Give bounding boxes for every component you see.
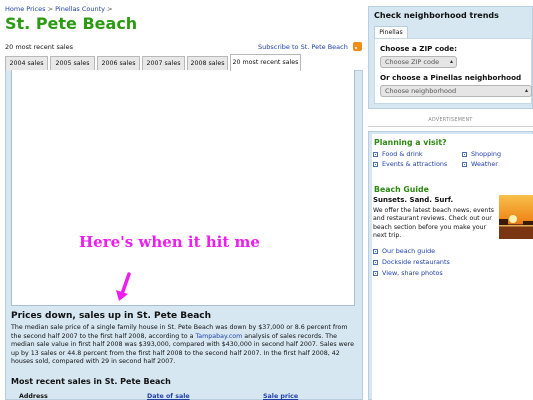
events-attractions-label: Events & attractions	[382, 160, 448, 168]
neighborhood-label: Or choose a Pinellas neighborhood	[380, 73, 522, 82]
divider	[368, 126, 533, 127]
beach-guide-heading: Beach Guide	[374, 185, 429, 194]
bullet-icon	[373, 248, 378, 254]
planning-visit-heading: Planning a visit?	[374, 138, 447, 147]
neighborhood-select[interactable]: Choose neighborhood ▴	[380, 85, 532, 97]
weather-link[interactable]: Weather	[462, 160, 498, 168]
recent-sales-heading: Most recent sales in St. Pete Beach	[11, 377, 171, 386]
sunset-photo[interactable]	[499, 195, 533, 239]
shopping-link[interactable]: Shopping	[462, 150, 501, 158]
beach-guide-subheading: Sunsets. Sand. Surf.	[373, 196, 454, 204]
bullet-icon	[373, 161, 378, 167]
tab-2004-sales[interactable]: 2004 sales	[5, 56, 48, 71]
page-title: St. Pete Beach	[5, 14, 138, 33]
annotation-text: Here's when it hit me	[79, 233, 260, 251]
story-headline: Prices down, sales up in St. Pete Beach	[11, 311, 212, 321]
story-body: The median sale price of a single family…	[11, 324, 359, 367]
year-tabs: 2004 sales 2005 sales 2006 sales 2007 sa…	[5, 54, 363, 71]
beach-guide-text: We offer the latest beach news, events a…	[373, 207, 494, 239]
events-attractions-link[interactable]: Events & attractions	[373, 160, 447, 168]
page-subtitle: 20 most recent sales	[5, 43, 74, 51]
breadcrumb-separator: >	[107, 5, 113, 13]
visit-panel-inner	[372, 134, 533, 400]
sales-chart-area	[11, 70, 355, 306]
advertisement-label: ADVERTISEMENT	[428, 118, 473, 123]
tab-2006-sales[interactable]: 2006 sales	[97, 56, 140, 71]
view-share-photos-link[interactable]: View, share photos	[373, 269, 443, 277]
trends-title: Check neighborhood trends	[374, 11, 499, 20]
food-drink-label: Food & drink	[382, 150, 423, 158]
breadcrumb-county-link[interactable]: Pinellas County	[55, 5, 105, 13]
bullet-icon	[373, 259, 378, 265]
column-header-sale-price[interactable]: Sale price	[263, 393, 298, 400]
tab-2008-sales[interactable]: 2008 sales	[187, 56, 228, 71]
dockside-restaurants-label: Dockside restaurants	[382, 258, 450, 266]
column-header-date-of-sale[interactable]: Date of sale	[147, 393, 190, 400]
tampabay-link[interactable]: Tampabay.com	[195, 333, 242, 340]
tab-2005-sales[interactable]: 2005 sales	[50, 56, 95, 71]
rss-icon[interactable]	[353, 42, 362, 51]
neighborhood-select-value: Choose neighborhood	[385, 87, 457, 95]
tab-20-most-recent-sales[interactable]: 20 most recent sales	[230, 54, 301, 71]
beach-guide-link[interactable]: Our beach guide	[373, 247, 435, 255]
dockside-restaurants-link[interactable]: Dockside restaurants	[373, 258, 450, 266]
updown-arrows-icon: ▴	[449, 58, 453, 65]
view-share-photos-label: View, share photos	[382, 269, 443, 277]
zip-label: Choose a ZIP code:	[380, 44, 458, 53]
annotation-arrow-icon	[116, 272, 131, 301]
shopping-label: Shopping	[471, 150, 502, 158]
breadcrumb-home-link[interactable]: Home Prices	[5, 5, 46, 13]
tab-2007-sales[interactable]: 2007 sales	[142, 56, 185, 71]
breadcrumb-separator: >	[47, 5, 54, 13]
bullet-icon	[373, 151, 378, 157]
weather-label: Weather	[471, 160, 498, 168]
updown-arrows-icon: ▴	[524, 87, 528, 94]
beach-guide-link-label: Our beach guide	[382, 247, 436, 255]
bullet-icon	[373, 270, 378, 276]
breadcrumb: Home Prices > Pinellas County >	[5, 5, 113, 13]
bullet-icon	[462, 151, 467, 157]
column-header-address: Address	[19, 393, 48, 400]
zip-select-value: Choose ZIP code	[385, 58, 440, 66]
bullet-icon	[462, 161, 467, 167]
subscribe-link[interactable]: Subscribe to St. Pete Beach	[258, 43, 348, 51]
zip-code-select[interactable]: Choose ZIP code ▴	[380, 56, 457, 68]
food-drink-link[interactable]: Food & drink	[373, 150, 423, 158]
